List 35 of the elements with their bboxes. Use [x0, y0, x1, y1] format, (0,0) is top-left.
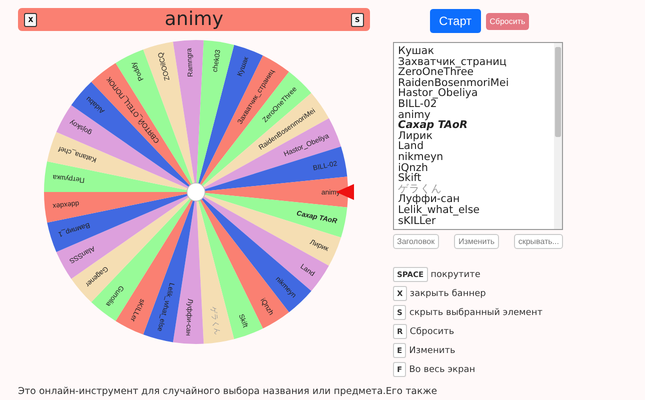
list-item: Land — [398, 141, 424, 152]
list-item: nikmeyn — [398, 152, 444, 163]
reset-button[interactable]: Сбросить — [486, 12, 530, 30]
list-item: Hastor_Obeliya — [398, 88, 479, 99]
action-button[interactable]: скрывать... — [514, 234, 563, 249]
list-item: iQnzh — [398, 162, 428, 174]
list-item: Луффи-сан — [398, 194, 460, 205]
list-item: ZeroOneThree — [398, 67, 474, 78]
shortcut-label: Изменить — [409, 346, 456, 356]
list-item: animy — [398, 110, 430, 120]
close-banner-button[interactable]: x — [24, 12, 38, 26]
list-item: ゲラくん — [398, 184, 442, 194]
shortcut-label: Во весь экран — [409, 364, 476, 374]
list-item: Захватчик_страниц — [398, 56, 508, 68]
list-item: RaidenBosenmoriMei — [398, 78, 510, 88]
banner-title: animy — [164, 8, 224, 31]
start-button[interactable]: Старт — [430, 9, 481, 33]
description-text: Это онлайн-инструмент для случайного выбора названия или предмета.Его также — [18, 386, 438, 397]
names-list[interactable]: Кушак Захватчик_страниц ZeroOneThree RaidenBosenmoriMei Hastor_Obeliya BILL-02 animy Сахар TAoR Лирик Land nikmeyn iQnzh Skift ゲラくん Луффи-сан Lelik_what_else sKILLer — [393, 42, 563, 230]
list-item: BILL-02 — [398, 98, 437, 110]
wheel-hub — [186, 182, 206, 202]
shortcut-label: скрыть выбранный элемент — [409, 308, 542, 318]
list-item: Кушак — [398, 46, 436, 57]
list-item: Лирик — [398, 130, 433, 142]
shortcut-label: Сбросить — [410, 326, 454, 336]
action-button[interactable]: Изменить — [454, 234, 499, 249]
shortcut-label: закрыть баннер — [410, 288, 486, 298]
list-item: sKILLer — [398, 216, 436, 226]
scrollbar[interactable] — [554, 43, 562, 229]
shortcut-label: покрутите — [430, 270, 480, 280]
list-item: Skift — [398, 173, 422, 184]
hide-item-button[interactable]: s — [350, 12, 364, 26]
list-item: Сахар TAoR — [398, 120, 469, 131]
list-item: Lelik_what_else — [398, 204, 481, 216]
action-button[interactable]: Заголовок — [393, 234, 439, 249]
